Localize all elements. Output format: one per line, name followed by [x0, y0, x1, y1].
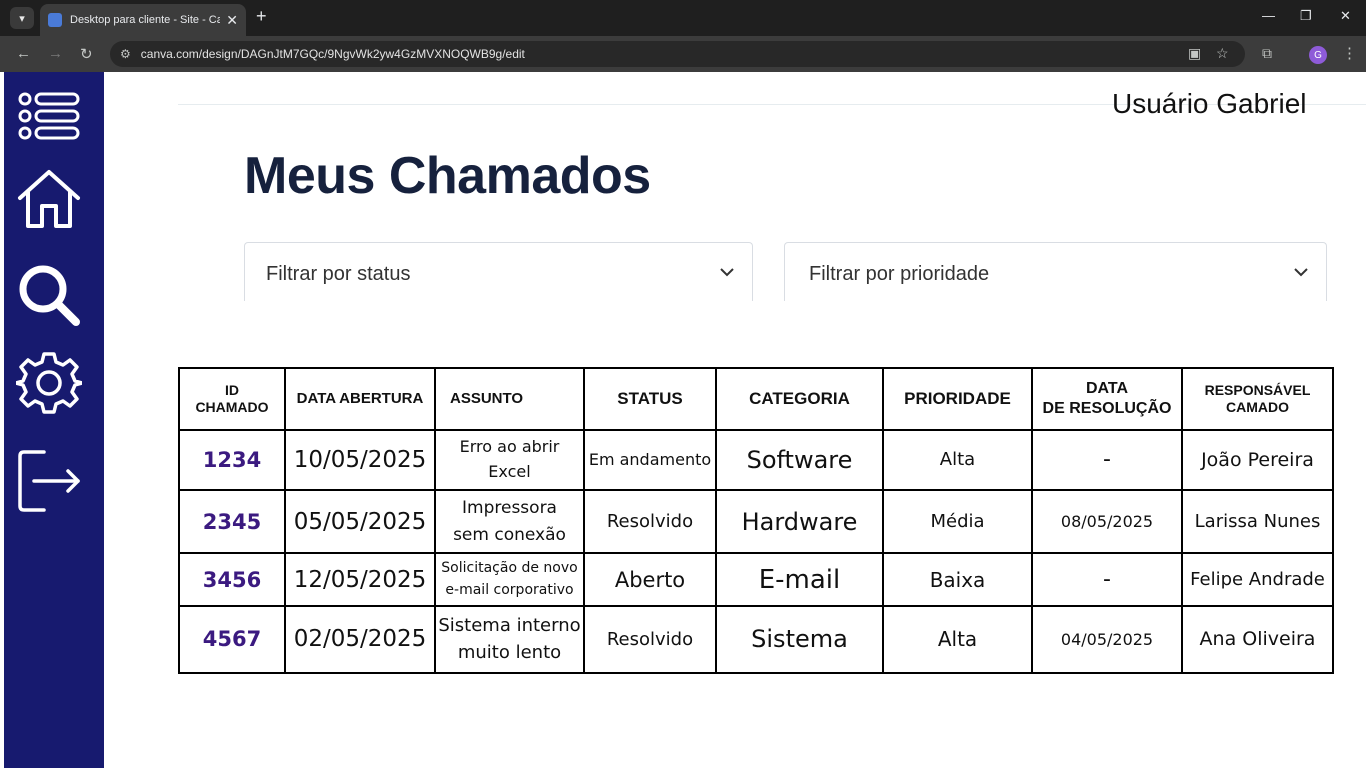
status: Aberto: [583, 552, 717, 607]
table-row[interactable]: 4567 02/05/2025 Sistema interno muito len…: [178, 604, 1334, 675]
owner: Felipe Andrade: [1181, 552, 1334, 607]
subject: Solicitação de novo e-mail corporativo: [434, 552, 585, 607]
restore-button[interactable]: ❐: [1300, 8, 1312, 24]
owner: João Pereira: [1181, 429, 1334, 491]
back-icon[interactable]: ←: [16, 45, 31, 62]
reload-icon[interactable]: ↻: [80, 45, 93, 63]
ticket-id: 2345: [178, 488, 286, 555]
resolved-date: 08/05/2025: [1031, 488, 1183, 555]
priority: Média: [882, 488, 1033, 555]
tab-search-button[interactable]: ▾: [10, 7, 34, 29]
resolved-date: -: [1031, 429, 1183, 491]
priority: Alta: [882, 604, 1033, 675]
category: Sistema: [715, 604, 884, 675]
search-icon[interactable]: [16, 262, 82, 328]
header-subject: ASSUNTO: [434, 367, 585, 431]
opened-date: 05/05/2025: [284, 488, 436, 555]
owner: Ana Oliveira: [1181, 604, 1334, 675]
list-icon[interactable]: [16, 86, 82, 152]
status-filter-label: Filtrar por status: [266, 263, 411, 285]
forward-icon[interactable]: →: [48, 45, 63, 62]
tab-title: Desktop para cliente - Site - Ca: [70, 14, 220, 26]
ticket-id: 4567: [178, 604, 286, 675]
resolved-date: -: [1031, 552, 1183, 607]
gear-icon[interactable]: [16, 350, 82, 416]
chevron-down-icon: [720, 268, 734, 277]
ticket-id: 1234: [178, 429, 286, 491]
resolved-date: 04/05/2025: [1031, 604, 1183, 675]
header-resolved: DATA DE RESOLUÇÃO: [1031, 367, 1183, 431]
table-header-row: ID CHAMADO DATA ABERTURA ASSUNTO STATUS C…: [178, 367, 1334, 431]
url-text: canva.com/design/DAGnJtM7GQc/9NgvWk2yw4G…: [140, 47, 525, 61]
chevron-down-icon: [1294, 268, 1308, 277]
clipboard-icon[interactable]: ▣: [1188, 45, 1201, 62]
site-info-icon[interactable]: ⚙: [120, 47, 131, 61]
minimize-button[interactable]: —: [1262, 8, 1275, 23]
extensions-icon[interactable]: ⧉: [1262, 45, 1272, 62]
subject: Impressora sem conexão: [434, 488, 585, 555]
opened-date: 12/05/2025: [284, 552, 436, 607]
opened-date: 10/05/2025: [284, 429, 436, 491]
status: Resolvido: [583, 604, 717, 675]
priority-filter-label: Filtrar por prioridade: [809, 263, 990, 285]
priority-filter-dropdown[interactable]: Filtrar por prioridade: [784, 242, 1327, 301]
owner: Larissa Nunes: [1181, 488, 1334, 555]
new-tab-button[interactable]: +: [256, 6, 267, 27]
table-row[interactable]: 3456 12/05/2025 Solicitação de novo e-mai…: [178, 552, 1334, 607]
user-label: Usuário Gabriel: [1112, 88, 1307, 119]
category: Hardware: [715, 488, 884, 555]
header-priority: PRIORIDADE: [882, 367, 1033, 431]
status: Resolvido: [583, 488, 717, 555]
priority: Alta: [882, 429, 1033, 491]
status: Em andamento: [583, 429, 717, 491]
browser-tab-bar: ▾ Desktop para cliente - Site - Ca ✕ + —…: [0, 0, 1366, 36]
bookmark-star-icon[interactable]: ☆: [1216, 45, 1229, 62]
tickets-table: ID CHAMADO DATA ABERTURA ASSUNTO STATUS C…: [178, 367, 1334, 675]
subject: Sistema interno muito lento: [434, 604, 585, 675]
category: E-mail: [715, 552, 884, 607]
header-owner: RESPONSÁVEL CAMADO: [1181, 367, 1334, 431]
browser-toolbar: ← → ↻ ⚙ canva.com/design/DAGnJtM7GQc/9Ng…: [0, 36, 1366, 72]
address-bar[interactable]: ⚙ canva.com/design/DAGnJtM7GQc/9NgvWk2yw…: [110, 41, 1245, 67]
table-row[interactable]: 2345 05/05/2025 Impressora sem conexão Re…: [178, 488, 1334, 555]
browser-tab[interactable]: Desktop para cliente - Site - Ca ✕: [40, 4, 246, 36]
header-category: CATEGORIA: [715, 367, 884, 431]
opened-date: 02/05/2025: [284, 604, 436, 675]
logout-icon[interactable]: [16, 448, 82, 514]
sidebar: [4, 72, 104, 768]
page-title: Meus Chamados: [244, 147, 651, 205]
table-row[interactable]: 1234 10/05/2025 Erro ao abrir Excel Em a…: [178, 429, 1334, 491]
header-opened: DATA ABERTURA: [284, 367, 436, 431]
close-window-button[interactable]: ✕: [1340, 8, 1351, 24]
status-filter-dropdown[interactable]: Filtrar por status: [244, 242, 753, 301]
close-tab-icon[interactable]: ✕: [226, 12, 238, 29]
priority: Baixa: [882, 552, 1033, 607]
ticket-id: 3456: [178, 552, 286, 607]
profile-avatar[interactable]: G: [1309, 46, 1327, 64]
subject: Erro ao abrir Excel: [434, 429, 585, 491]
browser-menu-icon[interactable]: ⋮: [1342, 44, 1357, 62]
home-icon[interactable]: [16, 166, 82, 232]
header-status: STATUS: [583, 367, 717, 431]
canva-favicon-icon: [48, 13, 62, 27]
category: Software: [715, 429, 884, 491]
header-id: ID CHAMADO: [178, 367, 286, 431]
